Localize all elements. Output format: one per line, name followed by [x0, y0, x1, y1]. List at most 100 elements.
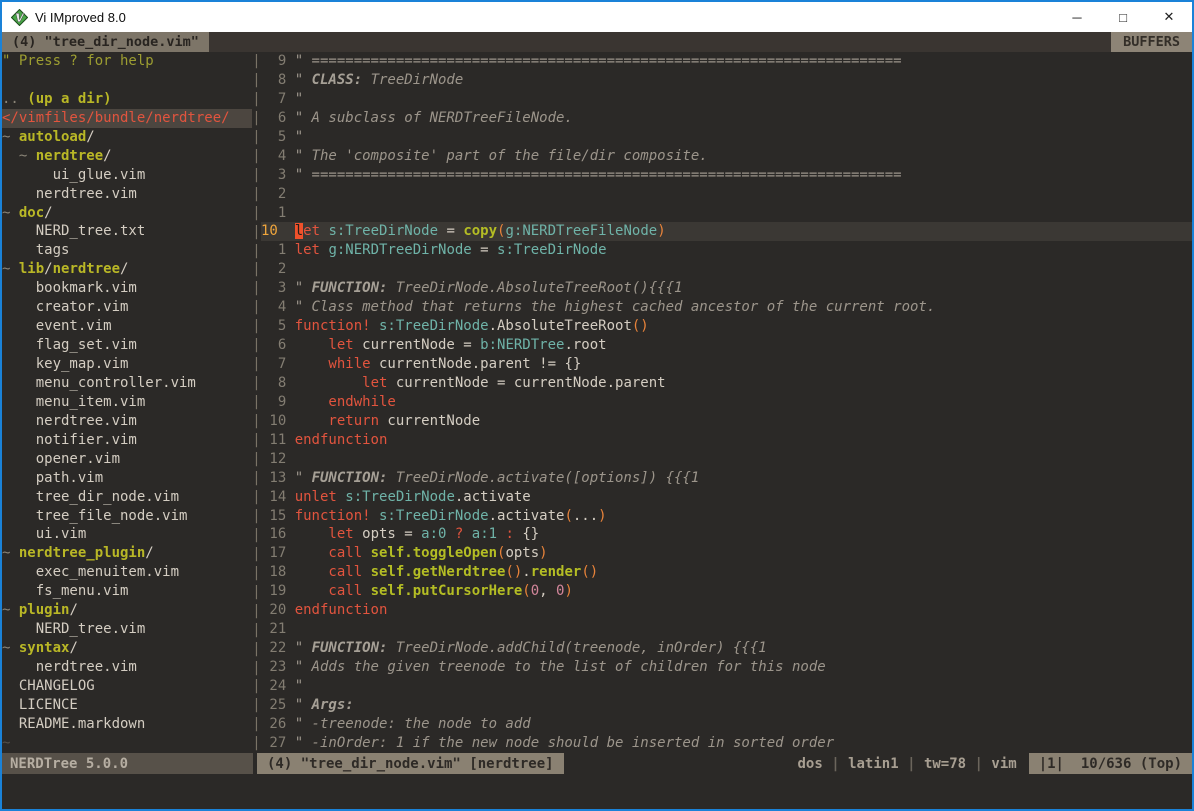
code-line[interactable]: 17 call self.toggleOpen(opts) [261, 544, 1192, 563]
tree-item[interactable]: tags [2, 241, 252, 260]
flag-separator: | [823, 756, 848, 772]
text-segment [371, 318, 379, 334]
tree-item[interactable]: nerdtree.vim [2, 412, 252, 431]
tree-root-path[interactable]: </vimfiles/bundle/nerdtree/ [2, 109, 252, 128]
current-code-line[interactable]: 10let s:TreeDirNode = copy(g:NERDTreeFil… [261, 222, 1192, 241]
code-line[interactable]: 25" Args: [261, 696, 1192, 715]
tree-item[interactable]: menu_controller.vim [2, 374, 252, 393]
tree-item[interactable]: LICENCE [2, 696, 252, 715]
code-line[interactable]: 7 while currentNode.parent != {} [261, 355, 1192, 374]
line-number: 13 [261, 469, 286, 488]
code-line[interactable]: 3" =====================================… [261, 166, 1192, 185]
code-line[interactable]: 1 [261, 204, 1192, 223]
line-number: 10 [261, 222, 286, 241]
tree-item[interactable]: README.markdown [2, 715, 252, 734]
code-line[interactable]: 12 [261, 450, 1192, 469]
code-line[interactable]: 13" FUNCTION: TreeDirNode.activate([opti… [261, 469, 1192, 488]
tree-item[interactable]: ~ nerdtree_plugin/ [2, 544, 252, 563]
tree-item[interactable]: ui_glue.vim [2, 166, 252, 185]
tree-item[interactable]: flag_set.vim [2, 336, 252, 355]
tree-item[interactable]: ~ plugin/ [2, 601, 252, 620]
code-line[interactable]: 8" CLASS: TreeDirNode [261, 71, 1192, 90]
text-segment: unlet [295, 489, 337, 505]
code-line[interactable]: 5" [261, 128, 1192, 147]
text-segment: self.toggleOpen [371, 545, 497, 561]
tree-item[interactable]: tree_dir_node.vim [2, 488, 252, 507]
tree-help-line[interactable]: " Press ? for help [2, 52, 252, 71]
text-segment: FUNCTION: [312, 470, 388, 486]
code-line[interactable]: 16 let opts = a:0 ? a:1 : {} [261, 525, 1192, 544]
active-file-status: (4) "tree_dir_node.vim" [nerdtree] [257, 753, 564, 774]
code-line[interactable]: 27" -inOrder: 1 if the new node should b… [261, 734, 1192, 753]
text-segment: = [438, 223, 463, 239]
code-line[interactable]: 22" FUNCTION: TreeDirNode.addChild(treen… [261, 639, 1192, 658]
code-line[interactable]: 14unlet s:TreeDirNode.activate [261, 488, 1192, 507]
tree-item[interactable]: NERD_tree.txt [2, 222, 252, 241]
text-segment: bookmark.vim [2, 280, 137, 296]
code-line[interactable]: 2 [261, 185, 1192, 204]
tree-item [2, 71, 252, 90]
tree-item[interactable]: key_map.vim [2, 355, 252, 374]
tree-item[interactable]: bookmark.vim [2, 279, 252, 298]
tree-item[interactable]: creator.vim [2, 298, 252, 317]
code-line[interactable]: 21 [261, 620, 1192, 639]
tree-item[interactable]: ~ lib/nerdtree/ [2, 260, 252, 279]
tree-item[interactable]: ~ autoload/ [2, 128, 252, 147]
tree-item[interactable]: path.vim [2, 469, 252, 488]
tree-item[interactable]: opener.vim [2, 450, 252, 469]
text-segment [362, 583, 370, 599]
tree-item[interactable]: NERD_tree.vim [2, 620, 252, 639]
line-number: 22 [261, 639, 286, 658]
tree-item[interactable]: ~ doc/ [2, 204, 252, 223]
code-line[interactable]: 7" [261, 90, 1192, 109]
tree-item[interactable]: ui.vim [2, 525, 252, 544]
minimize-button[interactable]: ─ [1054, 2, 1100, 32]
status-flag: latin1 [848, 756, 899, 772]
tree-item[interactable]: nerdtree.vim [2, 185, 252, 204]
code-line[interactable]: 15function! s:TreeDirNode.activate(...) [261, 507, 1192, 526]
tree-item[interactable]: notifier.vim [2, 431, 252, 450]
tree-item[interactable]: ~ nerdtree/ [2, 147, 252, 166]
close-button[interactable]: ✕ [1146, 2, 1192, 32]
tree-item[interactable]: ~ syntax/ [2, 639, 252, 658]
text-segment: autoload [19, 129, 86, 145]
code-line[interactable]: 9" =====================================… [261, 52, 1192, 71]
tree-item[interactable]: .. (up a dir) [2, 90, 252, 109]
code-line[interactable]: 26" -treenode: the node to add [261, 715, 1192, 734]
tree-item[interactable]: nerdtree.vim [2, 658, 252, 677]
code-line[interactable]: 24" [261, 677, 1192, 696]
command-line[interactable] [2, 774, 1192, 809]
maximize-button[interactable]: □ [1100, 2, 1146, 32]
code-line[interactable]: 18 call self.getNerdtree().render() [261, 563, 1192, 582]
code-line[interactable]: 23" Adds the given treenode to the list … [261, 658, 1192, 677]
code-line[interactable]: 3" FUNCTION: TreeDirNode.AbsoluteTreeRoo… [261, 279, 1192, 298]
tree-item[interactable]: event.vim [2, 317, 252, 336]
code-line[interactable]: 4" The 'composite' part of the file/dir … [261, 147, 1192, 166]
code-line[interactable]: 6" A subclass of NERDTreeFileNode. [261, 109, 1192, 128]
text-segment: / [145, 545, 153, 561]
code-line[interactable]: 2 [261, 260, 1192, 279]
code-line[interactable]: 11endfunction [261, 431, 1192, 450]
tree-item[interactable]: menu_item.vim [2, 393, 252, 412]
tab-tree-dir-node[interactable]: (4) "tree_dir_node.vim" [2, 32, 209, 52]
tree-item[interactable]: CHANGELOG [2, 677, 252, 696]
code-line[interactable]: 20endfunction [261, 601, 1192, 620]
text-segment: ... [573, 508, 598, 524]
code-line[interactable]: 19 call self.putCursorHere(0, 0) [261, 582, 1192, 601]
code-editor[interactable]: 9" =====================================… [261, 52, 1192, 753]
title-bar: Vi IMproved 8.0 ─ □ ✕ [2, 2, 1192, 32]
tree-item[interactable]: fs_menu.vim [2, 582, 252, 601]
tree-item[interactable]: ~ [2, 734, 252, 753]
code-line[interactable]: 4" Class method that returns the highest… [261, 298, 1192, 317]
window-split-separator[interactable]: | | | | | | | | | | | | | | | | | | | | … [252, 52, 261, 753]
text-segment: README.markdown [2, 716, 145, 732]
code-line[interactable]: 9 endwhile [261, 393, 1192, 412]
code-line[interactable]: 8 let currentNode = currentNode.parent [261, 374, 1192, 393]
code-line[interactable]: 1let g:NERDTreeDirNode = s:TreeDirNode [261, 241, 1192, 260]
code-line[interactable]: 5function! s:TreeDirNode.AbsoluteTreeRoo… [261, 317, 1192, 336]
tree-item[interactable]: tree_file_node.vim [2, 507, 252, 526]
code-line[interactable]: 10 return currentNode [261, 412, 1192, 431]
code-line[interactable]: 6 let currentNode = b:NERDTree.root [261, 336, 1192, 355]
text-segment: let [328, 337, 353, 353]
tree-item[interactable]: exec_menuitem.vim [2, 563, 252, 582]
